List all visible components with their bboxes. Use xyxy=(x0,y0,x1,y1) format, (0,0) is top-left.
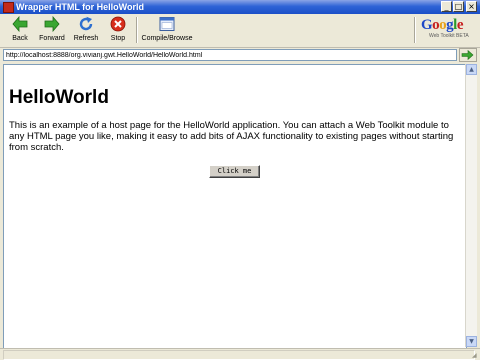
forward-arrow-icon xyxy=(44,16,60,32)
browser-window: Wrapper HTML for HelloWorld _ □ × Back F… xyxy=(0,0,480,360)
gwt-logo: Google Web Toolkit BETA xyxy=(419,16,475,42)
toolbar: Back Forward Refresh Stop Compile/Browse xyxy=(0,14,480,48)
resize-grip[interactable]: ◢ xyxy=(472,352,479,359)
logo-subtitle: Web Toolkit BETA xyxy=(429,33,469,39)
maximize-button[interactable]: □ xyxy=(453,1,464,12)
scroll-down-arrow[interactable]: ▼ xyxy=(466,336,477,347)
compile-browse-label: Compile/Browse xyxy=(141,35,193,42)
stop-icon xyxy=(110,16,126,32)
window-title: Wrapper HTML for HelloWorld xyxy=(16,2,145,12)
forward-button[interactable]: Forward xyxy=(36,15,68,45)
app-icon xyxy=(3,2,14,13)
stop-button[interactable]: Stop xyxy=(105,15,131,45)
go-arrow-icon[interactable] xyxy=(459,48,477,62)
content-viewport: HelloWorld This is an example of a host … xyxy=(3,64,467,349)
refresh-button[interactable]: Refresh xyxy=(70,15,102,45)
refresh-icon xyxy=(79,16,93,31)
back-button[interactable]: Back xyxy=(6,15,34,45)
url-input[interactable] xyxy=(3,49,457,61)
vertical-scrollbar[interactable]: ▲ ▼ xyxy=(465,64,477,347)
toolbar-separator-right xyxy=(414,17,416,43)
back-label: Back xyxy=(12,35,28,42)
refresh-label: Refresh xyxy=(73,35,99,42)
address-bar xyxy=(0,48,480,62)
page-description: This is an example of a host page for th… xyxy=(9,120,454,153)
toolbar-separator xyxy=(136,17,138,43)
compile-browse-button[interactable]: Compile/Browse xyxy=(141,15,193,45)
stop-label: Stop xyxy=(110,35,126,42)
close-button[interactable]: × xyxy=(466,1,477,12)
minimize-button[interactable]: _ xyxy=(441,1,452,12)
page-heading: HelloWorld xyxy=(9,87,109,108)
click-me-button[interactable]: Click me xyxy=(209,165,260,178)
status-bar: ◢ xyxy=(0,348,480,360)
back-arrow-icon xyxy=(12,16,28,32)
compile-browse-icon xyxy=(159,17,175,31)
title-bar[interactable]: Wrapper HTML for HelloWorld _ □ × xyxy=(0,0,480,14)
scroll-up-arrow[interactable]: ▲ xyxy=(466,64,477,75)
logo-text: Google xyxy=(421,17,464,33)
forward-label: Forward xyxy=(39,35,65,42)
